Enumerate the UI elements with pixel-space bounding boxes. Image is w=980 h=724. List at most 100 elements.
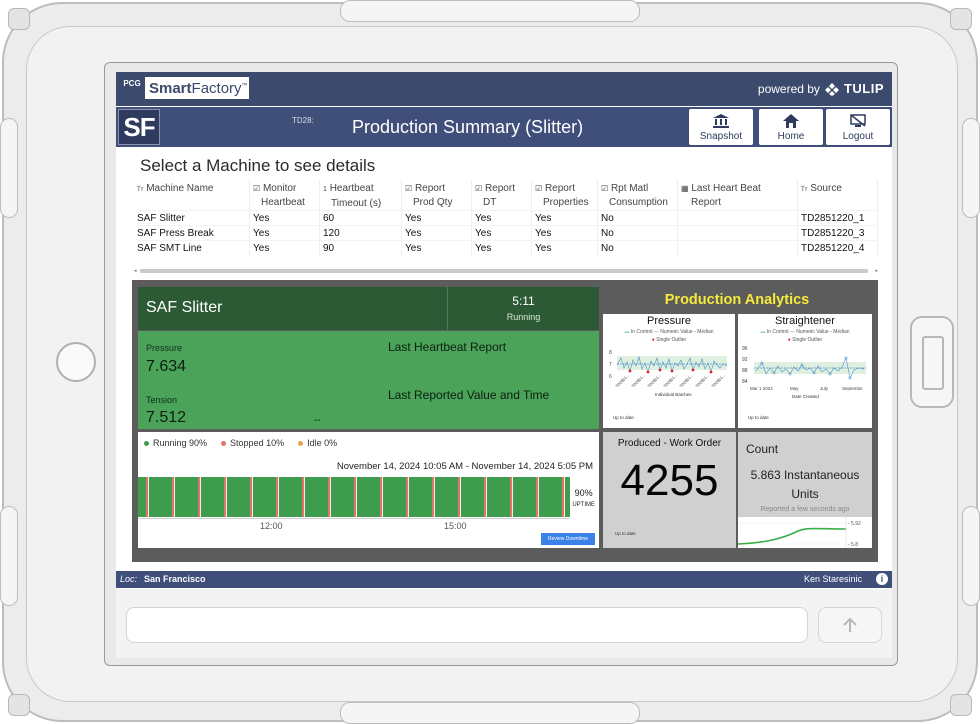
straightener-x-label: Date Created — [792, 394, 819, 399]
pressure-control-chart[interactable]: Pressure ▬ In Control — Numeric Value - … — [603, 314, 735, 428]
legend-idle: Idle 0% — [298, 438, 337, 448]
straightener-chart-footer: Up to date — [748, 415, 769, 420]
tablet-home-button[interactable] — [56, 342, 96, 382]
logout-button[interactable]: Logout — [825, 108, 891, 146]
table-cell: TD2851220_3 — [798, 225, 878, 241]
table-cell: SAF SMT Line — [134, 240, 250, 256]
table-horizontal-scrollbar[interactable]: ◂ ▸ — [134, 268, 878, 274]
outlier-point — [658, 368, 662, 372]
case-left-bumper-top — [0, 118, 18, 218]
y-tick-8: 8 — [609, 350, 612, 356]
case-corner — [950, 694, 972, 716]
svg-text:TD2851...: TD2851... — [678, 373, 694, 389]
control-band — [617, 356, 727, 370]
legend-running: Running 90% — [144, 438, 207, 448]
table-cell: Yes — [402, 240, 472, 256]
info-icon[interactable]: i — [876, 573, 888, 585]
y-tick-7: 7 — [609, 362, 612, 368]
interval-gap — [330, 477, 331, 517]
tulip-logo-icon — [824, 82, 839, 96]
column-header-report-dt[interactable]: ☑ Report DT — [472, 180, 532, 213]
station-id-label: TD28: — [292, 116, 314, 125]
time-tick: 15:00 — [444, 521, 467, 531]
scroll-right-arrow-icon[interactable]: ▸ — [875, 268, 878, 274]
table-cell: Yes — [250, 210, 320, 226]
location-label: Loc: — [120, 574, 138, 584]
column-header-report-properties[interactable]: ☑ Report Properties — [532, 180, 598, 213]
y-tick-92: 92 — [742, 357, 748, 363]
column-header-report-prod-qty[interactable]: ☑ Report Prod Qty — [402, 180, 472, 213]
interval-gap — [460, 477, 461, 517]
svg-text:July: July — [820, 386, 829, 391]
column-header-machine-name[interactable]: Tт Machine Name — [134, 180, 250, 213]
logo-brand-bold: Smart — [149, 79, 192, 97]
send-button[interactable] — [818, 607, 882, 643]
snapshot-button-label: Snapshot — [699, 130, 743, 142]
tension-value: 7.512 — [146, 409, 187, 426]
interval-gap — [252, 477, 253, 517]
table-cell: Yes — [402, 225, 472, 241]
table-cell: Yes — [402, 210, 472, 226]
app-screen: PCG SmartFactory™ powered by TULIP SF TD… — [116, 72, 892, 658]
column-header-monitor-heartbeat[interactable]: ☑ Monitor Heartbeat — [250, 180, 320, 213]
tulip-wordmark: TULIP — [843, 81, 884, 96]
home-icon — [783, 113, 799, 128]
table-row[interactable]: SAF SMT Line Yes 90 Yes Yes Yes No TD285… — [134, 240, 878, 256]
count-tick-top: - 5.92 — [848, 521, 861, 527]
home-button[interactable]: Home — [758, 108, 824, 146]
last-reported-value: -- — [314, 415, 321, 426]
svg-text:May: May — [790, 386, 799, 391]
machine-dashboard: SAF Slitter 5:11 Running Pressure 7.634 … — [132, 280, 878, 562]
case-left-bumper-bottom — [0, 506, 18, 606]
scroll-left-arrow-icon[interactable]: ◂ — [134, 268, 137, 274]
uptime-timeline-bar[interactable] — [138, 477, 570, 517]
idle-dot-icon — [298, 441, 304, 447]
table-row[interactable]: SAF Press Break Yes 120 Yes Yes Yes No T… — [134, 225, 878, 241]
interval-gap — [564, 477, 565, 517]
y-tick-6: 6 — [609, 374, 612, 380]
snapshot-button[interactable]: Snapshot — [688, 108, 754, 146]
outlier-point — [628, 369, 632, 373]
machine-name: SAF Slitter — [146, 299, 223, 316]
count-sparkline-plot: - 5.92 - 5.8 — [738, 517, 861, 548]
status-duration: 5:11 — [512, 294, 535, 308]
message-input[interactable] — [126, 607, 808, 643]
table-cell: Yes — [472, 210, 532, 226]
review-downtime-button[interactable]: Review Downtime — [541, 533, 595, 545]
straightener-chart-plot: 96 92 88 84 Mar 1 2024 May July Septembe — [742, 346, 866, 399]
table-cell: SAF Slitter — [134, 210, 250, 226]
table-cell: SAF Press Break — [134, 225, 250, 241]
table-cell: TD2851220_4 — [798, 240, 878, 256]
count-line — [738, 527, 847, 545]
interval-gap — [148, 477, 149, 517]
tablet-side-switch — [910, 316, 954, 408]
table-cell: Yes — [250, 240, 320, 256]
home-button-label: Home — [777, 130, 805, 142]
tension-label: Tension — [146, 395, 178, 405]
svg-text:TD2851...: TD2851... — [662, 373, 678, 389]
interval-gap — [434, 477, 435, 517]
straightener-chart-legend: ▬ In Control — Numeric Value - Median — [760, 329, 850, 335]
uptime-percent: 90% UPTIME — [572, 488, 595, 508]
smartfactory-logo: PCG SmartFactory™ — [118, 76, 250, 100]
table-row[interactable]: SAF Slitter Yes 60 Yes Yes Yes No TD2851… — [134, 210, 878, 226]
straightener-control-chart[interactable]: Straightener ▬ In Control — Numeric Valu… — [738, 314, 872, 428]
case-right-bumper-top — [962, 118, 980, 218]
column-header-rpt-matl-consumption[interactable]: ☑ Rpt Matl Consumption — [598, 180, 678, 213]
uptime-time-axis — [138, 518, 570, 532]
table-cell: Yes — [532, 240, 598, 256]
table-cell — [678, 225, 798, 241]
legend-stopped: Stopped 10% — [221, 438, 284, 448]
interval-gap — [512, 477, 513, 517]
interval-gap — [382, 477, 383, 517]
table-cell: TD2851220_1 — [798, 210, 878, 226]
user-name: Ken Staresinic — [803, 574, 862, 584]
column-header-source[interactable]: Tт Source — [798, 180, 878, 213]
location-value: San Francisco — [144, 574, 206, 584]
scrollbar-thumb[interactable] — [140, 269, 868, 273]
table-cell — [678, 240, 798, 256]
column-header-last-heart-beat-report[interactable]: ▦ Last Heart Beat Report — [678, 180, 798, 213]
svg-text:TD2851...: TD2851... — [614, 373, 630, 389]
running-dot-icon — [144, 441, 149, 447]
column-header-heartbeat-timeout[interactable]: 1 Heartbeat Timeout (s) — [320, 180, 402, 213]
